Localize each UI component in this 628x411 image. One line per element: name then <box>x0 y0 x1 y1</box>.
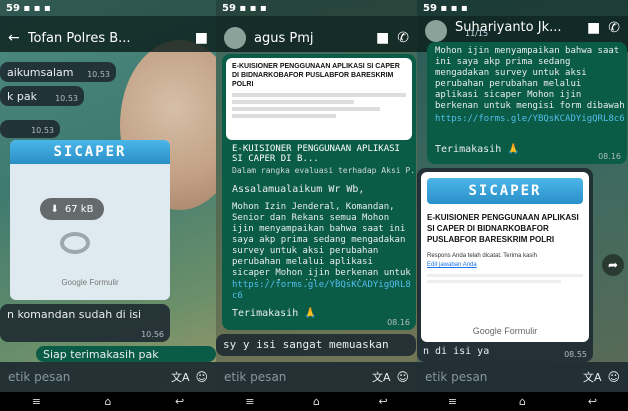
message-input[interactable]: etik pesan <box>8 370 165 384</box>
edit-response-link[interactable]: Edit jawaban Anda <box>427 262 583 268</box>
status-time: 59 <box>6 3 20 14</box>
translate-icon[interactable]: 文A <box>583 369 602 385</box>
form-link[interactable]: https://forms.gle/YBQsKCADYigQRL8c6 <box>232 280 414 302</box>
form-title: E-KUISIONER PENGGUNAAN APLIKASI SI CAPER… <box>427 213 579 244</box>
message-thanks: Terimakasih 🙏 <box>232 308 317 319</box>
back-icon[interactable]: ↩ <box>378 395 387 408</box>
message-bubble[interactable]: n komandan sudah di isi 10.56 <box>0 304 170 342</box>
status-bar: 59 ▪ ▪ ▪ <box>0 0 216 16</box>
contact-name[interactable]: Tofan Polres B... <box>28 31 187 46</box>
form-thumbnail[interactable]: E-KUISIONER PENGGUNAAN APLIKASI SI CAPER… <box>226 58 412 140</box>
message-body: Mohon Izin Jenderal, Komandan, Senior da… <box>232 202 411 280</box>
message-bubble[interactable]: k pak 10.53 <box>0 86 84 106</box>
message-time: 08.55 <box>564 350 587 359</box>
chat-header[interactable]: agus Pmj ■ ✆ <box>216 16 417 52</box>
contact-avatar[interactable] <box>425 20 447 42</box>
call-icon[interactable]: ✆ <box>397 30 409 46</box>
menu-icon[interactable]: ≡ <box>32 395 41 408</box>
screenshot-message[interactable]: SICAPER E-KUISIONER PENGGUNAAN APLIKASI … <box>417 168 593 362</box>
chat-header[interactable]: ← Tofan Polres B... ■ <box>0 16 216 52</box>
system-navbar: ≡ ⌂ ↩ <box>216 392 417 411</box>
message-thanks: Terimakasih 🙏 <box>435 144 520 155</box>
link-preview-subtitle: Dalam rangka evaluasi terhadap Aksi P... <box>232 166 414 175</box>
form-media-card[interactable]: SICAPER ⬇ 67 kB Google Formulir <box>10 140 170 300</box>
sent-message-bubble[interactable]: Siap terimakasih pak <box>36 346 216 362</box>
contact-subline: 11/15 <box>465 29 489 38</box>
message-time: 10.53 <box>87 70 110 79</box>
message-input-bar[interactable]: etik pesan 文A ☺ <box>417 362 628 392</box>
shared-link-message[interactable]: Mohon ijin menyampaikan bahwa saat ini s… <box>427 42 627 164</box>
message-text: Siap terimakasih pak <box>43 348 159 361</box>
menu-icon[interactable]: ≡ <box>245 395 254 408</box>
message-text: aikumsalam <box>7 66 74 79</box>
sicaper-banner: SICAPER <box>427 178 583 204</box>
message-greeting: Assalamualaikum Wr Wb, <box>232 184 365 195</box>
chat-panel-agus: 59 ▪ ▪ ▪ agus Pmj ■ ✆ E-KUISIONER PENGGU… <box>216 0 417 411</box>
contact-name[interactable]: agus Pmj <box>254 31 368 46</box>
message-text: n di isi ya <box>423 346 490 357</box>
message-text: k pak <box>7 90 37 103</box>
back-icon[interactable]: ↩ <box>588 395 597 408</box>
home-icon[interactable]: ⌂ <box>313 395 320 408</box>
message-bubble[interactable]: 10.53 <box>0 120 60 138</box>
sicaper-banner: SICAPER <box>10 140 170 164</box>
link-preview-title: E-KUISIONER PENGGUNAAN APLIKASI SI CAPER… <box>232 144 400 164</box>
message-text: sy y isi sangat memuaskan <box>223 338 389 351</box>
chat-panel-tofan: 59 ▪ ▪ ▪ ← Tofan Polres B... ■ aikumsala… <box>0 0 216 411</box>
translate-icon[interactable]: 文A <box>171 369 190 385</box>
download-size: 67 kB <box>64 203 94 215</box>
emoji-icon[interactable]: ☺ <box>195 370 208 384</box>
home-icon[interactable]: ⌂ <box>519 395 526 408</box>
form-title: E-KUISIONER PENGGUNAAN APLIKASI SI CAPER… <box>232 63 400 88</box>
message-time: 08.16 <box>598 152 621 161</box>
emoji-icon[interactable]: ☺ <box>396 370 409 384</box>
form-screenshot[interactable]: SICAPER E-KUISIONER PENGGUNAAN APLIKASI … <box>421 172 589 342</box>
video-call-icon[interactable]: ■ <box>587 20 600 36</box>
system-navbar: ≡ ⌂ ↩ <box>417 392 628 411</box>
message-input-bar[interactable]: etik pesan 文A ☺ <box>0 362 216 392</box>
system-navbar: ≡ ⌂ ↩ <box>0 392 216 411</box>
message-bubble[interactable]: sy y isi sangat memuaskan <box>216 334 416 356</box>
back-icon[interactable]: ↩ <box>175 395 184 408</box>
menu-icon[interactable]: ≡ <box>448 395 457 408</box>
message-time: 10.56 <box>141 330 164 339</box>
message-input[interactable]: etik pesan <box>224 370 366 384</box>
media-footer: Google Formulir <box>61 278 119 287</box>
status-time: 59 <box>423 3 437 14</box>
message-input[interactable]: etik pesan <box>425 370 577 384</box>
shared-link-message[interactable]: E-KUISIONER PENGGUNAAN APLIKASI SI CAPER… <box>222 54 416 330</box>
chat-panel-suhariyanto: 59 ▪ ▪ ▪ Suhariyanto Jk... ■ ✆ 11/15 Moh… <box>417 0 628 411</box>
home-icon[interactable]: ⌂ <box>104 395 111 408</box>
video-call-icon[interactable]: ■ <box>376 30 389 46</box>
contact-avatar[interactable] <box>224 27 246 49</box>
message-time: 10.53 <box>31 126 54 135</box>
message-input-bar[interactable]: etik pesan 文A ☺ <box>216 362 417 392</box>
form-response-note: Respons Anda telah dicatat. Terima kasih <box>427 253 537 259</box>
view-once-icon[interactable] <box>60 232 90 254</box>
message-bubble[interactable]: aikumsalam 10.53 <box>0 62 116 82</box>
translate-icon[interactable]: 文A <box>372 369 391 385</box>
video-call-icon[interactable]: ■ <box>195 30 208 46</box>
call-icon[interactable]: ✆ <box>608 20 620 36</box>
emoji-icon[interactable]: ☺ <box>607 370 620 384</box>
form-link[interactable]: https://forms.gle/YBQsKCADYigQRL8c6 <box>435 114 625 125</box>
message-time: 10.53 <box>55 94 78 103</box>
status-bar: 59 ▪ ▪ ▪ <box>417 0 628 16</box>
message-time: 08.16 <box>387 318 410 327</box>
download-icon: ⬇ <box>50 203 59 215</box>
status-bar: 59 ▪ ▪ ▪ <box>216 0 417 16</box>
message-body: Mohon ijin menyampaikan bahwa saat ini s… <box>435 46 625 110</box>
forward-icon[interactable]: ➦ <box>602 254 624 276</box>
status-time: 59 <box>222 3 236 14</box>
download-button[interactable]: ⬇ 67 kB <box>40 198 104 220</box>
back-arrow-icon[interactable]: ← <box>8 30 20 46</box>
form-footer: Google Formulir <box>472 326 538 336</box>
message-text: n komandan sudah di isi <box>7 308 142 321</box>
